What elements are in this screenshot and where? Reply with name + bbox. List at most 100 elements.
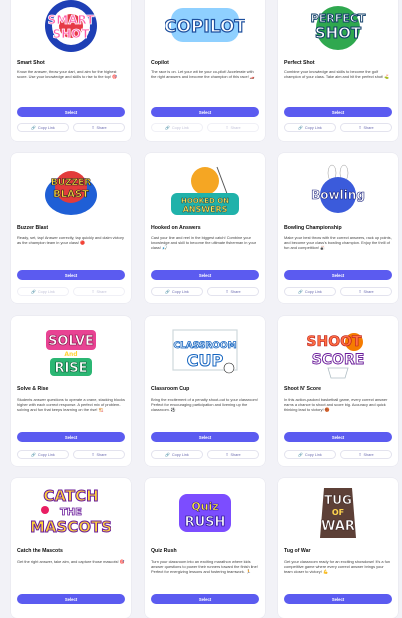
card-description: Get your classroom ready for an exciting… (284, 559, 391, 575)
select-button[interactable]: Select (284, 432, 392, 442)
select-button[interactable]: Select (17, 594, 125, 604)
card-title: Perfect Shot (284, 60, 315, 66)
svg-text:Quiz: Quiz (191, 500, 218, 513)
select-button[interactable]: Select (151, 594, 259, 604)
svg-text:BLAST: BLAST (53, 189, 89, 200)
share-icon: ⇪ (225, 126, 229, 130)
card-title: Buzzer Blast (17, 225, 49, 231)
game-card[interactable]: Quiz RUSH Quiz Rush Turn your classroom … (145, 478, 265, 618)
svg-text:SCORE: SCORE (312, 352, 365, 368)
game-card[interactable]: BUZZER BLAST Buzzer Blast Ready, set, ta… (11, 153, 131, 303)
svg-text:BUZZER: BUZZER (51, 178, 91, 188)
share-icon: ⇪ (358, 453, 362, 457)
select-button[interactable]: Select (151, 107, 259, 117)
share-icon: ⇪ (358, 126, 362, 130)
share-button[interactable]: ⇪ Share (73, 287, 125, 296)
game-card[interactable]: TUG OF WAR Tug of War Get your classroom… (278, 478, 398, 618)
share-button[interactable]: ⇪ Share (340, 123, 392, 132)
copy-link-button[interactable]: 🔗 Copy Link (151, 123, 203, 132)
game-card[interactable]: PERFECT SHOT Perfect Shot Combine your k… (278, 0, 398, 141)
game-card[interactable]: SOLVE And RISE Solve & Rise Students ans… (11, 316, 131, 466)
svg-text:SMART: SMART (48, 13, 96, 27)
game-card[interactable]: CATCH THE MASCOTS Catch the Mascots Get … (11, 478, 131, 618)
svg-text:SHOT: SHOT (315, 24, 362, 42)
select-button[interactable]: Select (17, 107, 125, 117)
share-button[interactable]: ⇪ Share (207, 123, 259, 132)
share-icon: ⇪ (91, 453, 95, 457)
svg-text:WAR: WAR (321, 519, 355, 534)
share-icon: ⇪ (91, 290, 95, 294)
link-icon: 🔗 (298, 126, 303, 130)
svg-text:HOOKED ON: HOOKED ON (181, 197, 229, 205)
game-card[interactable]: SHOOT SCORE Shoot N' Score In this actio… (278, 316, 398, 466)
game-card[interactable]: CLASSROOM CUP Classroom Cup Bring the ex… (145, 316, 265, 466)
card-description: Know the answer, throw your dart, and ai… (17, 69, 118, 80)
card-title: Bowling Championship (284, 225, 342, 231)
svg-text:CLASSROOM: CLASSROOM (173, 341, 236, 351)
card-description: Turn your classroom into an exciting mar… (151, 559, 258, 575)
card-description: Cast your line and reel in the biggest c… (151, 235, 257, 251)
copy-link-button[interactable]: 🔗 Copy Link (151, 450, 203, 459)
card-title: Shoot N' Score (284, 386, 321, 392)
link-icon: 🔗 (165, 290, 170, 294)
link-icon: 🔗 (298, 290, 303, 294)
share-button[interactable]: ⇪ Share (340, 450, 392, 459)
bowling-logo: Bowling (278, 159, 398, 221)
svg-text:MASCOTS: MASCOTS (31, 518, 111, 536)
share-icon: ⇪ (91, 126, 95, 130)
share-button[interactable]: ⇪ Share (73, 450, 125, 459)
select-button[interactable]: Select (151, 270, 259, 280)
card-description: Make your best throw with the correct an… (284, 235, 392, 251)
card-title: Hooked on Answers (151, 225, 201, 231)
svg-text:CATCH: CATCH (43, 487, 98, 505)
shoot-n-score-logo: SHOOT SCORE (278, 320, 398, 382)
card-title: Classroom Cup (151, 386, 190, 392)
svg-text:OF: OF (332, 508, 344, 517)
solve-and-rise-logo: SOLVE And RISE (11, 320, 131, 382)
svg-text:SOLVE: SOLVE (48, 334, 94, 349)
game-card[interactable]: SMART SHOT Smart Shot Know the answer, t… (11, 0, 131, 141)
card-description: Bring the excitement of a penalty shoot-… (151, 397, 258, 413)
card-title: Smart Shot (17, 60, 45, 66)
game-card[interactable]: HOOKED ON ANSWERS Hooked on Answers Cast… (145, 153, 265, 303)
copy-link-button[interactable]: 🔗 Copy Link (284, 287, 336, 296)
share-button[interactable]: ⇪ Share (207, 450, 259, 459)
card-title: Tug of War (284, 548, 311, 554)
copy-link-button[interactable]: 🔗 Copy Link (17, 287, 69, 296)
select-button[interactable]: Select (284, 594, 392, 604)
link-icon: 🔗 (31, 290, 36, 294)
select-button[interactable]: Select (284, 107, 392, 117)
copy-link-button[interactable]: 🔗 Copy Link (284, 450, 336, 459)
svg-text:RUSH: RUSH (185, 515, 226, 530)
card-description: Get the right answer, take aim, and capt… (17, 559, 125, 564)
tug-of-war-logo: TUG OF WAR (278, 482, 398, 544)
select-button[interactable]: Select (17, 270, 125, 280)
copy-link-button[interactable]: 🔗 Copy Link (17, 450, 69, 459)
card-description: In this action-packed basketball game, e… (284, 397, 388, 413)
select-button[interactable]: Select (151, 432, 259, 442)
game-card[interactable]: COPILOT Copilot The race is on. Let your… (145, 0, 265, 141)
copy-link-button[interactable]: 🔗 Copy Link (284, 123, 336, 132)
quiz-rush-logo: Quiz RUSH (145, 482, 265, 544)
select-button[interactable]: Select (17, 432, 125, 442)
perfect-shot-logo: PERFECT SHOT (278, 0, 398, 56)
svg-text:SHOT: SHOT (52, 27, 90, 41)
game-card[interactable]: Bowling Bowling Championship Make your b… (278, 153, 398, 303)
card-description: Students answer questions to operate a c… (17, 397, 125, 413)
svg-text:RISE: RISE (54, 361, 87, 376)
share-button[interactable]: ⇪ Share (207, 287, 259, 296)
card-description: Combine your knowledge and skills to bec… (284, 69, 390, 80)
select-button[interactable]: Select (284, 270, 392, 280)
share-icon: ⇪ (225, 453, 229, 457)
share-icon: ⇪ (225, 290, 229, 294)
copy-link-button[interactable]: 🔗 Copy Link (151, 287, 203, 296)
share-button[interactable]: ⇪ Share (73, 123, 125, 132)
link-icon: 🔗 (165, 126, 170, 130)
share-button[interactable]: ⇪ Share (340, 287, 392, 296)
svg-text:THE: THE (60, 507, 82, 518)
link-icon: 🔗 (298, 453, 303, 457)
svg-text:ANSWERS: ANSWERS (183, 205, 228, 214)
copy-link-button[interactable]: 🔗 Copy Link (17, 123, 69, 132)
card-description: Ready, set, tap! Answer correctly, tap q… (17, 235, 124, 246)
catch-the-mascots-logo: CATCH THE MASCOTS (11, 482, 131, 544)
